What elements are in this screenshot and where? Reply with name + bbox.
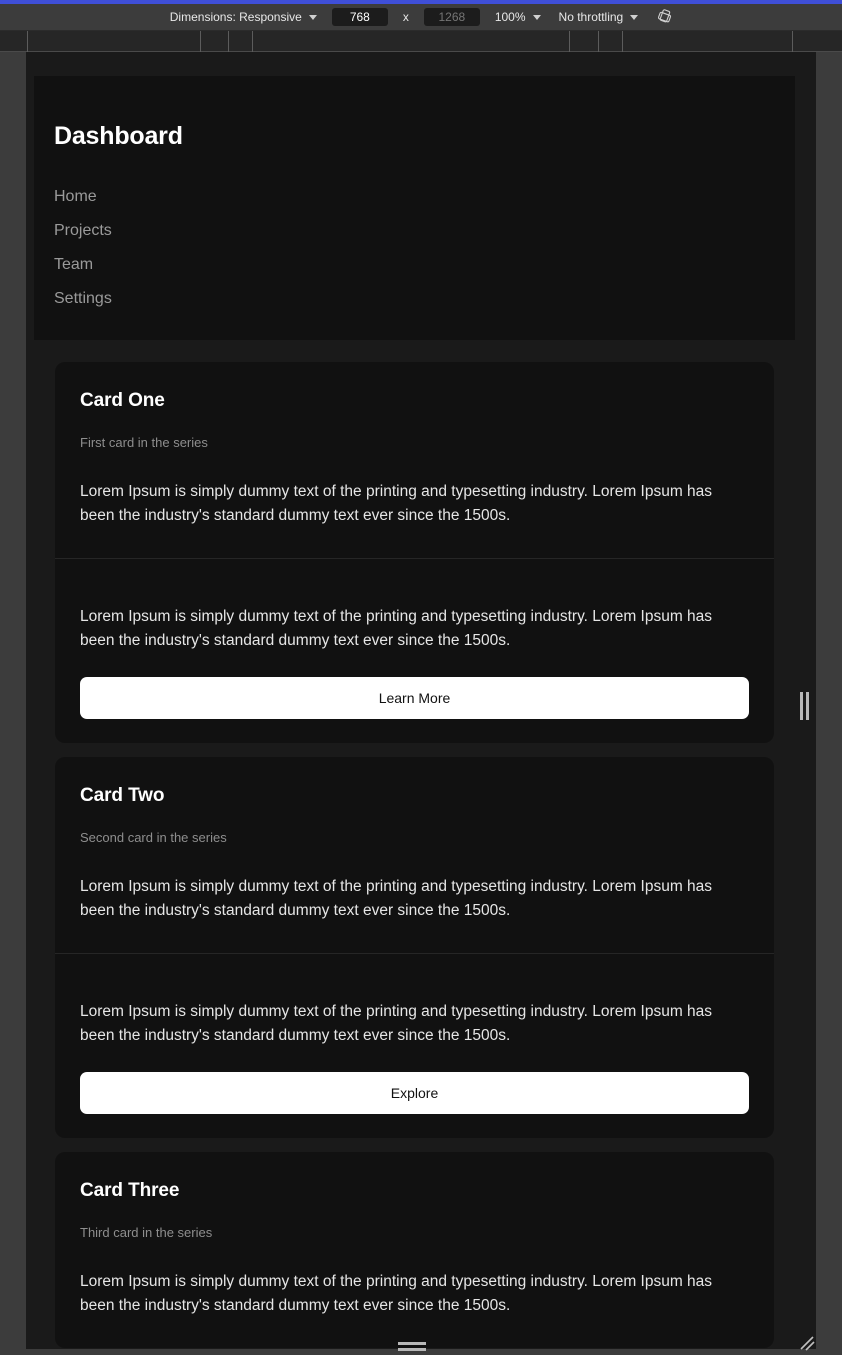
emulated-viewport: Dashboard Home Projects Team Settings Ca… bbox=[26, 52, 816, 1349]
card-footer: Lorem Ipsum is simply dummy text of the … bbox=[55, 954, 774, 1138]
handle-bar bbox=[800, 692, 803, 720]
viewport-ruler[interactable] bbox=[0, 31, 842, 52]
ruler-tick bbox=[27, 31, 28, 52]
nav-item-projects[interactable]: Projects bbox=[54, 214, 112, 248]
devtools-device-mode-root: Dimensions: Responsive x 100% No throttl… bbox=[0, 0, 842, 1355]
viewport-width-resize-handle[interactable] bbox=[800, 692, 810, 720]
explore-button[interactable]: Explore bbox=[80, 1072, 749, 1114]
card-subtitle: Second card in the series bbox=[80, 830, 227, 845]
card-title: Card Three bbox=[80, 1180, 180, 1201]
card-three: Card Three Third card in the series Lore… bbox=[55, 1152, 774, 1348]
handle-bar bbox=[806, 692, 809, 720]
card-one: Card One First card in the series Lorem … bbox=[55, 362, 774, 743]
ruler-tick bbox=[252, 31, 253, 52]
card-body-text: Lorem Ipsum is simply dummy text of the … bbox=[80, 878, 713, 919]
corner-grip-icon bbox=[800, 1336, 815, 1351]
handle-bar bbox=[398, 1348, 426, 1351]
card-subtitle: First card in the series bbox=[80, 435, 208, 450]
throttling-dropdown[interactable]: No throttling bbox=[556, 9, 642, 25]
card-footer-text: Lorem Ipsum is simply dummy text of the … bbox=[80, 608, 713, 649]
ruler-tick bbox=[200, 31, 201, 52]
chevron-down-icon bbox=[630, 14, 639, 20]
card-title: Card Two bbox=[80, 785, 165, 806]
throttling-label: No throttling bbox=[558, 10, 624, 24]
zoom-label: 100% bbox=[494, 10, 526, 24]
dashboard-header: Dashboard Home Projects Team Settings bbox=[34, 76, 795, 340]
page-title: Dashboard bbox=[54, 122, 183, 150]
ruler-tick bbox=[792, 31, 793, 52]
dimensions-label: Dimensions: Responsive bbox=[169, 10, 302, 24]
card-subtitle: Third card in the series bbox=[80, 1225, 213, 1240]
card-body-text: Lorem Ipsum is simply dummy text of the … bbox=[80, 483, 713, 524]
ruler-tick bbox=[228, 31, 229, 52]
ruler-tick bbox=[598, 31, 599, 52]
viewport-width-input[interactable] bbox=[331, 8, 388, 26]
viewport-height-resize-handle[interactable] bbox=[398, 1342, 426, 1352]
rotate-device-icon[interactable] bbox=[653, 6, 675, 28]
dimension-separator: x bbox=[402, 10, 409, 24]
learn-more-button[interactable]: Learn More bbox=[80, 677, 749, 719]
card-title: Card One bbox=[80, 390, 165, 411]
ruler-tick bbox=[622, 31, 623, 52]
card-header: Card Two Second card in the series Lorem… bbox=[55, 757, 774, 953]
card-header: Card Three Third card in the series Lore… bbox=[55, 1152, 774, 1348]
card-footer: Lorem Ipsum is simply dummy text of the … bbox=[55, 559, 774, 743]
nav-item-team[interactable]: Team bbox=[54, 248, 93, 282]
card-header: Card One First card in the series Lorem … bbox=[55, 362, 774, 558]
card-two: Card Two Second card in the series Lorem… bbox=[55, 757, 774, 1138]
ruler-tick bbox=[569, 31, 570, 52]
chevron-down-icon bbox=[532, 14, 541, 20]
nav-item-settings[interactable]: Settings bbox=[54, 282, 112, 316]
dimensions-dropdown[interactable]: Dimensions: Responsive bbox=[167, 9, 320, 25]
card-list: Card One First card in the series Lorem … bbox=[55, 362, 774, 1349]
device-toolbar: Dimensions: Responsive x 100% No throttl… bbox=[0, 4, 842, 31]
zoom-dropdown[interactable]: 100% bbox=[492, 9, 544, 25]
main-nav: Home Projects Team Settings bbox=[54, 180, 112, 316]
card-footer-text: Lorem Ipsum is simply dummy text of the … bbox=[80, 1003, 713, 1044]
card-body-text: Lorem Ipsum is simply dummy text of the … bbox=[80, 1273, 713, 1314]
handle-bar bbox=[398, 1342, 426, 1345]
viewport-height-input[interactable] bbox=[423, 8, 480, 26]
chevron-down-icon bbox=[308, 14, 317, 20]
nav-item-home[interactable]: Home bbox=[54, 180, 97, 214]
viewport-corner-resize-handle[interactable] bbox=[798, 1334, 816, 1352]
